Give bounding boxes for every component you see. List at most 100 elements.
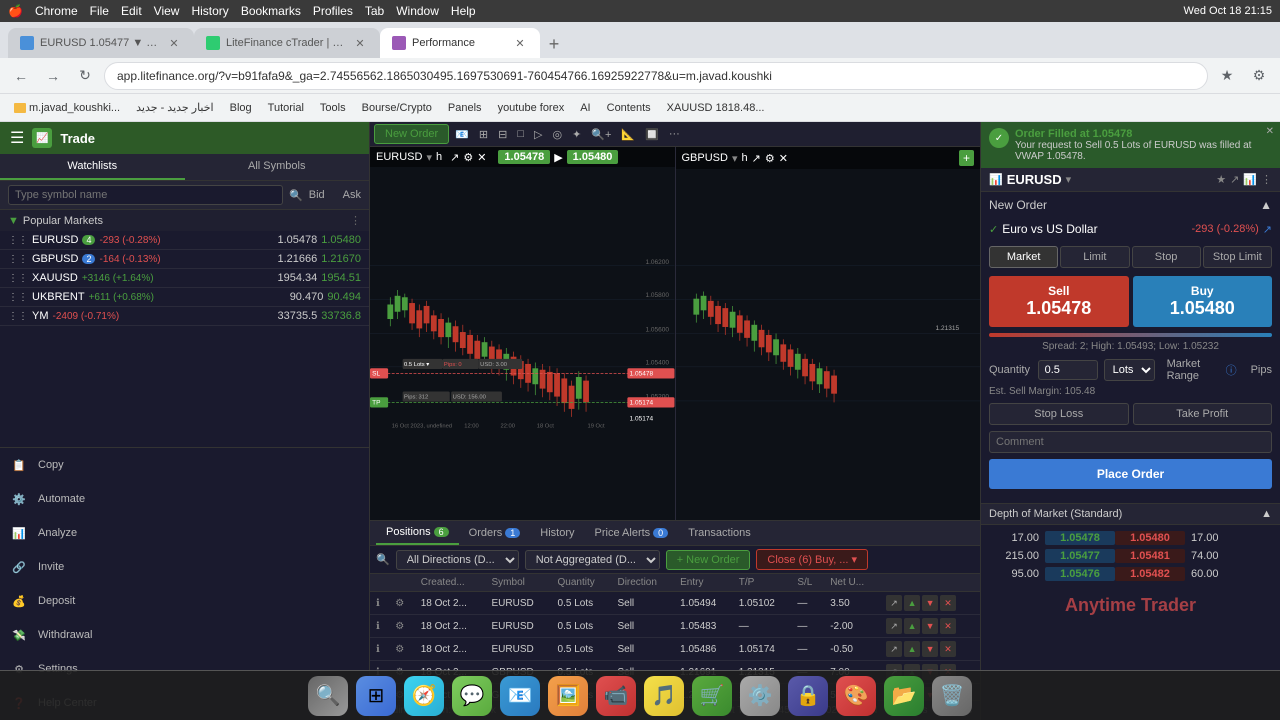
toolbar-btn-5[interactable]: ▷ [530,126,546,143]
tab-close-2[interactable]: ✕ [352,35,368,51]
address-bar[interactable]: app.litefinance.org/?v=b91fafa9&_ga=2.74… [104,62,1208,90]
info-icon-2[interactable]: ℹ [370,615,389,638]
dock-launchpad[interactable]: ⊞ [356,676,396,716]
dock-mail[interactable]: 📧 [500,676,540,716]
menu-analyze[interactable]: 📊 Analyze [0,516,369,550]
market-row-eurusd[interactable]: ⋮⋮ EURUSD 4 -293 (-0.28%) 1.05478 1.0548… [0,231,369,250]
bookmark-youtube[interactable]: youtube forex [492,100,571,116]
toolbar-btn-3[interactable]: ⊟ [494,126,511,143]
bookmark-xauusd[interactable]: XAUUSD 1818.48... [661,100,771,116]
market-row-xauusd[interactable]: ⋮⋮ XAUUSD +3146 (+1.64%) 1954.34 1954.51 [0,269,369,288]
buy-button[interactable]: Buy 1.05480 [1133,276,1273,327]
info-icon-3[interactable]: ℹ [370,638,389,661]
tab-allsymbols[interactable]: All Symbols [185,154,370,180]
market-row-ukbrent[interactable]: ⋮⋮ UKBRENT +611 (+0.68%) 90.470 90.494 [0,288,369,307]
toolbar-btn-9[interactable]: 📐 [617,126,639,143]
chart-icon-2[interactable]: ⚙ [463,151,473,164]
bookmark-panels[interactable]: Panels [442,100,488,116]
dock-trash[interactable]: 🗑️ [932,676,972,716]
share-icon-3[interactable]: ↗ [886,641,902,657]
file-menu[interactable]: File [90,4,109,18]
forward-button[interactable]: → [40,63,66,89]
toolbar-btn-8[interactable]: 🔍+ [587,126,615,143]
mac-menu[interactable]: 🍎 Chrome File Edit View History Bookmark… [8,4,476,18]
toolbar-btn-4[interactable]: □ [513,126,528,142]
bookmark-tutorial[interactable]: Tutorial [262,100,310,116]
toolbar-btn-6[interactable]: ◎ [548,126,566,143]
help-menu[interactable]: Help [451,4,476,18]
chart-icon[interactable]: 📊 [1243,173,1257,186]
tab-eurusd[interactable]: EURUSD 1.05477 ▼ -0.28% ✕ [8,28,194,58]
back-button[interactable]: ← [8,63,34,89]
qty-unit-select[interactable]: Lots [1104,359,1155,381]
new-order-positions-btn[interactable]: + New Order [666,550,751,570]
down-icon-1[interactable]: ▼ [922,595,938,611]
dock-photoshop[interactable]: 🎨 [836,676,876,716]
history-menu[interactable]: History [191,4,228,18]
aggregation-filter[interactable]: Not Aggregated (D... [525,550,660,570]
settings-icon-2[interactable]: ⚙ [389,615,415,638]
settings-icon-1[interactable]: ⚙ [389,592,415,615]
up-icon-3[interactable]: ▲ [904,641,920,657]
qty-input[interactable] [1038,360,1098,380]
tab-menu[interactable]: Tab [365,4,384,18]
tab-positions[interactable]: Positions6 [376,521,459,545]
extensions-button[interactable]: ⚙ [1246,63,1272,89]
menu-withdrawal[interactable]: 💸 Withdrawal [0,618,369,652]
up-icon-2[interactable]: ▲ [904,618,920,634]
popular-markets-header[interactable]: ▼ Popular Markets ⋮ [0,210,369,231]
notification-close[interactable]: ✕ [1266,126,1274,137]
reload-button[interactable]: ↻ [72,63,98,89]
tab-watchlists[interactable]: Watchlists [0,154,185,180]
chart-icon-1[interactable]: ↗ [450,151,459,164]
sell-button[interactable]: Sell 1.05478 [989,276,1129,327]
place-order-button[interactable]: Place Order [989,459,1272,489]
menu-automate[interactable]: ⚙️ Automate [0,482,369,516]
currency-checkbox[interactable]: ✓ [989,223,998,236]
sidebar-menu-icon[interactable]: ☰ [10,128,24,148]
profiles-menu[interactable]: Profiles [313,4,353,18]
dock-music[interactable]: 🎵 [644,676,684,716]
close-icon-1[interactable]: ✕ [940,595,956,611]
close-icon-2[interactable]: ✕ [940,618,956,634]
btn-limit[interactable]: Limit [1060,246,1129,268]
view-menu[interactable]: View [154,4,180,18]
bookmark-bourse[interactable]: Bourse/Crypto [356,100,438,116]
apple-icon[interactable]: 🍎 [8,4,23,18]
chart-icon-right-3[interactable]: ✕ [779,152,788,165]
bookmark-blog[interactable]: Blog [224,100,258,116]
dock-systemprefs[interactable]: ⚙️ [740,676,780,716]
bookmark-button[interactable]: ★ [1214,63,1240,89]
dock-messages[interactable]: 💬 [452,676,492,716]
market-row-ym[interactable]: ⋮⋮ YM -2409 (-0.71%) 33735.5 33736.8 [0,307,369,326]
tab-close-1[interactable]: ✕ [166,35,182,51]
bookmark-ai[interactable]: AI [574,100,596,116]
bookmark-contents[interactable]: Contents [601,100,657,116]
bookmark-tools[interactable]: Tools [314,100,352,116]
tab-orders[interactable]: Orders1 [459,522,531,544]
comment-input[interactable] [989,431,1272,453]
down-icon-3[interactable]: ▼ [922,641,938,657]
info-icon-1[interactable]: ℹ [370,592,389,615]
edit-menu[interactable]: Edit [121,4,142,18]
up-icon-1[interactable]: ▲ [904,595,920,611]
dock-files[interactable]: 📂 [884,676,924,716]
direction-filter[interactable]: All Directions (D... [396,550,519,570]
symbol-dropdown-icon[interactable]: ▾ [1066,173,1072,186]
share-icon-2[interactable]: ↗ [886,618,902,634]
dock-facetime[interactable]: 📹 [596,676,636,716]
menu-invite[interactable]: 🔗 Invite [0,550,369,584]
dom-collapse-icon[interactable]: ▲ [1261,508,1272,520]
trade-link-icon[interactable]: ↗ [1263,223,1272,236]
market-row-gbpusd[interactable]: ⋮⋮ GBPUSD 2 -164 (-0.13%) 1.21666 1.2167… [0,250,369,269]
new-tab-button[interactable]: + [540,30,568,58]
market-range-info-icon[interactable]: ⓘ [1226,362,1237,378]
share-icon[interactable]: ↗ [1230,173,1239,186]
settings-icon-3[interactable]: ⚙ [389,638,415,661]
menu-deposit[interactable]: 💰 Deposit [0,584,369,618]
share-icon-1[interactable]: ↗ [886,595,902,611]
btn-market[interactable]: Market [989,246,1058,268]
tab-price-alerts[interactable]: Price Alerts0 [585,522,679,544]
search-icon-positions[interactable]: 🔍 [376,553,390,566]
toolbar-btn-1[interactable]: 📧 [451,126,473,143]
